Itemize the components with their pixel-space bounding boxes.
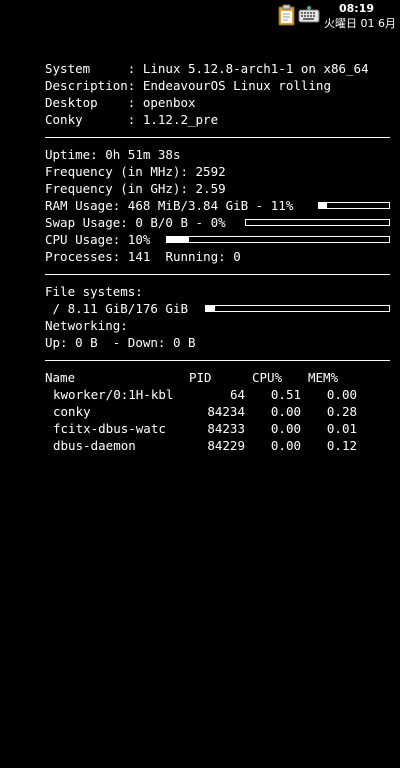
processes-value: 141 — [127, 249, 151, 264]
process-mem: 0.12 — [326, 438, 357, 453]
processes-label: Processes: — [45, 249, 121, 264]
process-pid: 84233 — [207, 421, 245, 436]
conky-panel: System : Linux 5.12.8-arch1-1 on x86_64 … — [45, 60, 390, 454]
process-name: fcitx-dbus-watc — [53, 421, 166, 436]
description-row: Description: EndeavourOS Linux rolling — [45, 77, 390, 94]
cpu-usage-bar — [166, 236, 390, 243]
freq-mhz-value: 2592 — [195, 164, 226, 179]
clock-time[interactable]: 08:19 — [339, 2, 374, 15]
description-value: EndeavourOS Linux rolling — [142, 78, 331, 93]
col-name-header: Name — [45, 370, 76, 385]
desktop-row: Desktop : openbox — [45, 94, 390, 111]
process-table-header: Name PID CPU% MEM% — [45, 369, 390, 386]
process-pid: 84229 — [207, 438, 245, 453]
ram-row: RAM Usage: 468 MiB/3.84 GiB - 11% — [45, 197, 390, 214]
cpu-row: CPU Usage: 10% — [45, 231, 390, 248]
process-name: conky — [53, 404, 91, 419]
desktop-label: Desktop : — [45, 95, 136, 110]
swap-row: Swap Usage: 0 B/0 B - 0% — [45, 214, 390, 231]
conky-label: Conky : — [45, 112, 136, 127]
running-label: Running: — [165, 249, 226, 264]
process-mem: 0.01 — [326, 421, 357, 436]
keyboard-icon[interactable] — [298, 4, 320, 26]
root-fs-label: / — [52, 301, 61, 316]
process-cpu: 0.00 — [270, 438, 301, 453]
processes-row: Processes: 141 Running: 0 — [45, 248, 390, 265]
divider — [45, 360, 390, 361]
networking-header: Networking: — [45, 318, 128, 333]
up-value: 0 B — [75, 335, 98, 350]
divider — [45, 274, 390, 275]
process-cpu: 0.00 — [270, 404, 301, 419]
system-value: Linux 5.12.8-arch1-1 on x86_64 — [142, 61, 369, 76]
swap-usage-bar — [245, 219, 390, 226]
freq-ghz-label: Frequency (in GHz): — [45, 181, 188, 196]
conky-row: Conky : 1.12.2_pre — [45, 111, 390, 128]
filesystems-header: File systems: — [45, 284, 143, 299]
freq-mhz-label: Frequency (in MHz): — [45, 164, 188, 179]
freq-ghz-row: Frequency (in GHz): 2.59 — [45, 180, 390, 197]
root-fs-usage-bar — [205, 305, 390, 312]
uptime-value: 0h 51m 38s — [105, 147, 181, 162]
col-mem-header: MEM% — [308, 370, 339, 385]
clipboard-icon[interactable] — [276, 4, 298, 26]
cpu-label: CPU Usage: — [45, 232, 121, 247]
uptime-label: Uptime: — [45, 147, 98, 162]
system-label: System : — [45, 61, 136, 76]
divider — [45, 137, 390, 138]
process-pid: 84234 — [207, 404, 245, 419]
swap-label: Swap Usage: — [45, 215, 128, 230]
table-row: kworker/0:1H-kbl 64 0.51 0.00 — [45, 386, 390, 403]
process-cpu: 0.00 — [270, 421, 301, 436]
cpu-value: 10% — [127, 232, 151, 247]
table-row: dbus-daemon 84229 0.00 0.12 — [45, 437, 390, 454]
root-fs-row: / 8.11 GiB/176 GiB — [45, 300, 390, 317]
table-row: conky 84234 0.00 0.28 — [45, 403, 390, 420]
desktop-value: openbox — [142, 95, 196, 110]
process-cpu: 0.51 — [270, 387, 301, 402]
process-table: Name PID CPU% MEM% kworker/0:1H-kbl 64 0… — [45, 369, 390, 454]
ram-label: RAM Usage: — [45, 198, 121, 213]
process-mem: 0.00 — [326, 387, 357, 402]
cpu-usage-bar-fill — [167, 237, 190, 242]
root-fs-usage-bar-fill — [206, 306, 216, 311]
network-row: Up: 0 B - Down: 0 B — [45, 334, 390, 351]
col-pid-header: PID — [189, 370, 212, 385]
process-pid: 64 — [229, 387, 245, 402]
table-row: fcitx-dbus-watc 84233 0.00 0.01 — [45, 420, 390, 437]
freq-mhz-row: Frequency (in MHz): 2592 — [45, 163, 390, 180]
description-label: Description: — [45, 78, 136, 93]
system-tray: 08:19 火曜日 01 6月 — [0, 0, 400, 30]
process-name: dbus-daemon — [53, 438, 136, 453]
down-label: - Down: — [112, 335, 166, 350]
system-row: System : Linux 5.12.8-arch1-1 on x86_64 — [45, 60, 390, 77]
swap-value: 0 B/0 B - 0% — [135, 215, 226, 230]
ram-usage-bar-fill — [319, 203, 327, 208]
ram-usage-bar — [318, 202, 390, 209]
down-value: 0 B — [172, 335, 196, 350]
uptime-row: Uptime: 0h 51m 38s — [45, 146, 390, 163]
root-fs-value: 8.11 GiB/176 GiB — [67, 301, 189, 316]
up-label: Up: — [45, 335, 68, 350]
col-cpu-header: CPU% — [252, 370, 283, 385]
clock-date[interactable]: 火曜日 01 6月 — [324, 15, 396, 31]
freq-ghz-value: 2.59 — [195, 181, 226, 196]
conky-value: 1.12.2_pre — [142, 112, 219, 127]
process-name: kworker/0:1H-kbl — [53, 387, 174, 402]
running-value: 0 — [233, 249, 241, 264]
ram-value: 468 MiB/3.84 GiB - 11% — [127, 198, 294, 213]
process-mem: 0.28 — [326, 404, 357, 419]
